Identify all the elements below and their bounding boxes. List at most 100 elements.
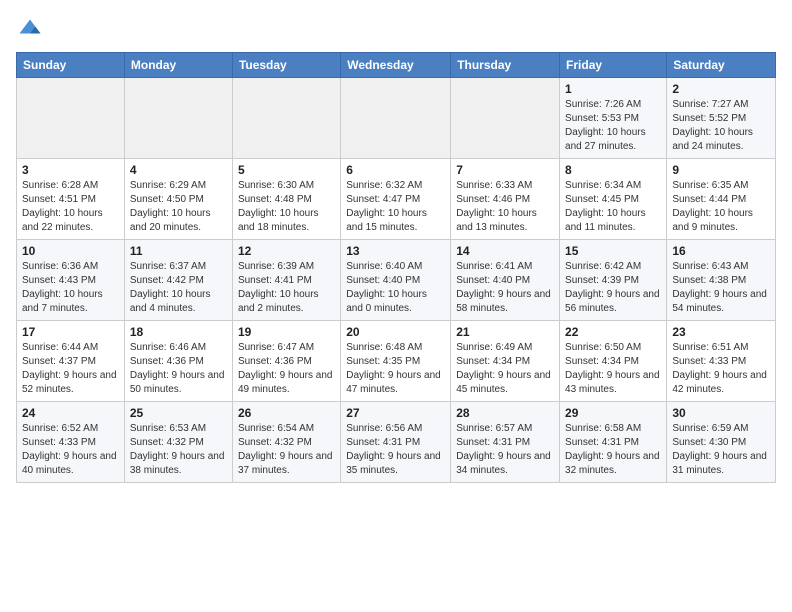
day-number: 12 — [238, 244, 335, 258]
day-number: 26 — [238, 406, 335, 420]
calendar-cell: 4 Sunrise: 6:29 AM Sunset: 4:50 PM Daylig… — [124, 159, 232, 240]
day-number: 20 — [346, 325, 445, 339]
day-info: Sunrise: 6:46 AM Sunset: 4:36 PM Dayligh… — [130, 341, 227, 397]
day-number: 28 — [456, 406, 554, 420]
day-info: Sunrise: 6:40 AM Sunset: 4:40 PM Dayligh… — [346, 260, 445, 316]
day-info: Sunrise: 6:49 AM Sunset: 4:34 PM Dayligh… — [456, 341, 554, 397]
calendar-cell: 3Sunrise: 6:28 AM Sunset: 4:51 PM Daylig… — [17, 159, 125, 240]
page: SundayMondayTuesdayWednesdayThursdayFrid… — [0, 0, 792, 493]
day-number: 29 — [565, 406, 661, 420]
day-info: Sunrise: 6:48 AM Sunset: 4:35 PM Dayligh… — [346, 341, 445, 397]
calendar-cell — [17, 78, 125, 159]
day-info: Sunrise: 6:37 AM Sunset: 4:42 PM Dayligh… — [130, 260, 227, 316]
calendar-cell: 15 Sunrise: 6:42 AM Sunset: 4:39 PM Dayli… — [560, 240, 667, 321]
day-number: 24 — [22, 406, 119, 420]
day-info: Sunrise: 6:29 AM Sunset: 4:50 PM Dayligh… — [130, 179, 227, 235]
calendar-cell: 24 Sunrise: 6:52 AM Sunset: 4:33 PM Dayli… — [17, 402, 125, 483]
day-number: 7 — [456, 163, 554, 177]
day-info: Sunrise: 6:43 AM Sunset: 4:38 PM Dayligh… — [672, 260, 770, 316]
day-info: Sunrise: 6:52 AM Sunset: 4:33 PM Dayligh… — [22, 422, 119, 478]
calendar-cell: 1 Sunrise: 7:26 AM Sunset: 5:53 PM Daylig… — [560, 78, 667, 159]
day-number: 25 — [130, 406, 227, 420]
day-number: 13 — [346, 244, 445, 258]
day-info: Sunrise: 6:59 AM Sunset: 4:30 PM Dayligh… — [672, 422, 770, 478]
calendar-cell: 11 Sunrise: 6:37 AM Sunset: 4:42 PM Dayli… — [124, 240, 232, 321]
day-number: 6 — [346, 163, 445, 177]
day-number: 23 — [672, 325, 770, 339]
calendar-cell: 12 Sunrise: 6:39 AM Sunset: 4:41 PM Dayli… — [232, 240, 340, 321]
day-number: 30 — [672, 406, 770, 420]
day-info: Sunrise: 6:39 AM Sunset: 4:41 PM Dayligh… — [238, 260, 335, 316]
day-info: Sunrise: 6:47 AM Sunset: 4:36 PM Dayligh… — [238, 341, 335, 397]
calendar-cell: 19Sunrise: 6:47 AM Sunset: 4:36 PM Dayli… — [232, 321, 340, 402]
day-number: 22 — [565, 325, 661, 339]
calendar-cell: 28 Sunrise: 6:57 AM Sunset: 4:31 PM Dayli… — [451, 402, 560, 483]
day-info: Sunrise: 7:26 AM Sunset: 5:53 PM Dayligh… — [565, 98, 661, 154]
calendar-cell: 17 Sunrise: 6:44 AM Sunset: 4:37 PM Dayli… — [17, 321, 125, 402]
day-info: Sunrise: 6:41 AM Sunset: 4:40 PM Dayligh… — [456, 260, 554, 316]
calendar-cell: 21 Sunrise: 6:49 AM Sunset: 4:34 PM Dayli… — [451, 321, 560, 402]
logo — [16, 16, 48, 44]
day-number: 17 — [22, 325, 119, 339]
day-info: Sunrise: 6:56 AM Sunset: 4:31 PM Dayligh… — [346, 422, 445, 478]
calendar-cell: 29Sunrise: 6:58 AM Sunset: 4:31 PM Dayli… — [560, 402, 667, 483]
calendar-cell: 25 Sunrise: 6:53 AM Sunset: 4:32 PM Dayli… — [124, 402, 232, 483]
calendar-week-3: 10Sunrise: 6:36 AM Sunset: 4:43 PM Dayli… — [17, 240, 776, 321]
calendar-cell: 20 Sunrise: 6:48 AM Sunset: 4:35 PM Dayli… — [341, 321, 451, 402]
day-info: Sunrise: 6:42 AM Sunset: 4:39 PM Dayligh… — [565, 260, 661, 316]
weekday-header-thursday: Thursday — [451, 53, 560, 78]
calendar-cell: 7 Sunrise: 6:33 AM Sunset: 4:46 PM Daylig… — [451, 159, 560, 240]
day-number: 9 — [672, 163, 770, 177]
header — [16, 16, 776, 44]
day-info: Sunrise: 6:50 AM Sunset: 4:34 PM Dayligh… — [565, 341, 661, 397]
day-info: Sunrise: 6:33 AM Sunset: 4:46 PM Dayligh… — [456, 179, 554, 235]
calendar-cell: 13 Sunrise: 6:40 AM Sunset: 4:40 PM Dayli… — [341, 240, 451, 321]
day-number: 15 — [565, 244, 661, 258]
day-info: Sunrise: 6:51 AM Sunset: 4:33 PM Dayligh… — [672, 341, 770, 397]
day-info: Sunrise: 6:35 AM Sunset: 4:44 PM Dayligh… — [672, 179, 770, 235]
calendar-cell: 30 Sunrise: 6:59 AM Sunset: 4:30 PM Dayli… — [667, 402, 776, 483]
weekday-header-monday: Monday — [124, 53, 232, 78]
day-number: 10 — [22, 244, 119, 258]
calendar-cell: 26Sunrise: 6:54 AM Sunset: 4:32 PM Dayli… — [232, 402, 340, 483]
day-info: Sunrise: 7:27 AM Sunset: 5:52 PM Dayligh… — [672, 98, 770, 154]
day-info: Sunrise: 6:53 AM Sunset: 4:32 PM Dayligh… — [130, 422, 227, 478]
calendar-cell — [124, 78, 232, 159]
calendar-cell — [341, 78, 451, 159]
day-number: 8 — [565, 163, 661, 177]
calendar-cell: 18Sunrise: 6:46 AM Sunset: 4:36 PM Dayli… — [124, 321, 232, 402]
calendar-cell: 16 Sunrise: 6:43 AM Sunset: 4:38 PM Dayli… — [667, 240, 776, 321]
weekday-header-sunday: Sunday — [17, 53, 125, 78]
day-number: 11 — [130, 244, 227, 258]
calendar-week-4: 17 Sunrise: 6:44 AM Sunset: 4:37 PM Dayli… — [17, 321, 776, 402]
weekday-header-row: SundayMondayTuesdayWednesdayThursdayFrid… — [17, 53, 776, 78]
day-info: Sunrise: 6:30 AM Sunset: 4:48 PM Dayligh… — [238, 179, 335, 235]
day-info: Sunrise: 6:34 AM Sunset: 4:45 PM Dayligh… — [565, 179, 661, 235]
calendar-cell: 23 Sunrise: 6:51 AM Sunset: 4:33 PM Dayli… — [667, 321, 776, 402]
calendar-cell: 27Sunrise: 6:56 AM Sunset: 4:31 PM Dayli… — [341, 402, 451, 483]
calendar-cell: 14 Sunrise: 6:41 AM Sunset: 4:40 PM Dayli… — [451, 240, 560, 321]
logo-icon — [16, 16, 44, 44]
day-info: Sunrise: 6:57 AM Sunset: 4:31 PM Dayligh… — [456, 422, 554, 478]
calendar-week-5: 24 Sunrise: 6:52 AM Sunset: 4:33 PM Dayli… — [17, 402, 776, 483]
calendar-cell: 2 Sunrise: 7:27 AM Sunset: 5:52 PM Daylig… — [667, 78, 776, 159]
day-number: 1 — [565, 82, 661, 96]
day-number: 2 — [672, 82, 770, 96]
day-info: Sunrise: 6:44 AM Sunset: 4:37 PM Dayligh… — [22, 341, 119, 397]
calendar-cell — [451, 78, 560, 159]
weekday-header-wednesday: Wednesday — [341, 53, 451, 78]
calendar-cell: 22 Sunrise: 6:50 AM Sunset: 4:34 PM Dayli… — [560, 321, 667, 402]
calendar-cell — [232, 78, 340, 159]
calendar-cell: 8 Sunrise: 6:34 AM Sunset: 4:45 PM Daylig… — [560, 159, 667, 240]
day-info: Sunrise: 6:32 AM Sunset: 4:47 PM Dayligh… — [346, 179, 445, 235]
calendar-cell: 5Sunrise: 6:30 AM Sunset: 4:48 PM Daylig… — [232, 159, 340, 240]
calendar-table: SundayMondayTuesdayWednesdayThursdayFrid… — [16, 52, 776, 483]
calendar-body: 1 Sunrise: 7:26 AM Sunset: 5:53 PM Daylig… — [17, 78, 776, 483]
day-number: 21 — [456, 325, 554, 339]
weekday-header-tuesday: Tuesday — [232, 53, 340, 78]
day-number: 14 — [456, 244, 554, 258]
calendar-cell: 6 Sunrise: 6:32 AM Sunset: 4:47 PM Daylig… — [341, 159, 451, 240]
day-number: 16 — [672, 244, 770, 258]
day-number: 4 — [130, 163, 227, 177]
day-info: Sunrise: 6:28 AM Sunset: 4:51 PM Dayligh… — [22, 179, 119, 235]
